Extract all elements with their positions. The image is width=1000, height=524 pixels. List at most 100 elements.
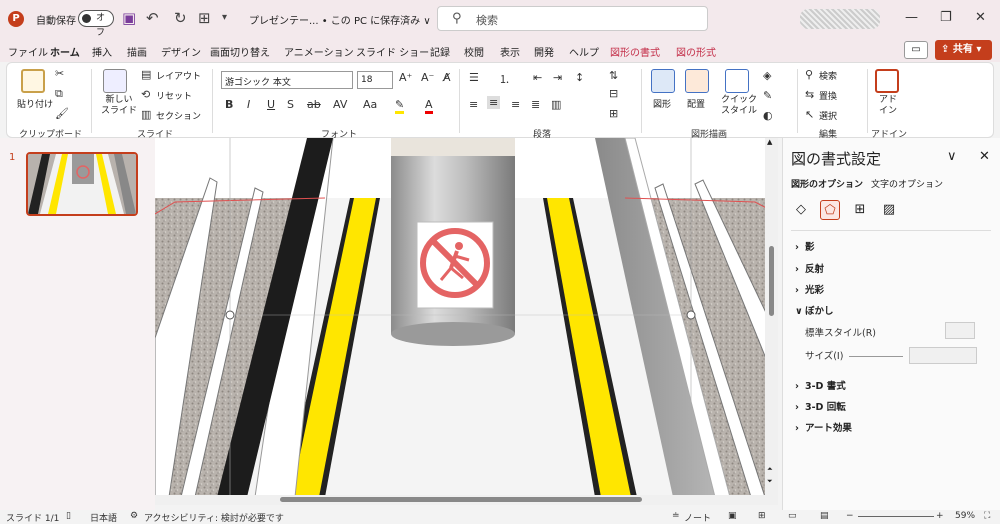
tab-transitions[interactable]: 画面切り替え <box>210 44 270 59</box>
prev-slide-icon[interactable]: ⏶ <box>767 465 773 474</box>
search-input[interactable]: ⚲ 検索 <box>437 6 708 31</box>
strikethrough-icon[interactable]: ab <box>307 98 321 111</box>
scroll-up-icon[interactable]: ▲ <box>767 138 772 146</box>
justify-icon[interactable]: ≣ <box>531 98 540 111</box>
format-painter-icon[interactable]: 🖌 <box>55 107 69 120</box>
vertical-scroll-thumb[interactable] <box>769 246 774 316</box>
quick-styles-icon[interactable] <box>725 69 749 93</box>
bullets-icon[interactable]: ☰ <box>469 71 479 84</box>
redo-icon[interactable]: ↻ <box>174 9 187 27</box>
font-size-select[interactable]: 18 <box>357 71 393 89</box>
tab-slideshow[interactable]: スライド ショー <box>356 44 429 59</box>
next-slide-icon[interactable]: ⏷ <box>767 477 773 486</box>
tab-help[interactable]: ヘルプ <box>569 44 599 59</box>
line-spacing-icon[interactable]: ↕ <box>575 71 584 84</box>
paste-icon[interactable] <box>21 69 45 93</box>
section-3d-rotation[interactable]: › 3-D 回転 <box>795 399 846 413</box>
zoom-slider[interactable] <box>858 516 934 517</box>
shape-outline-icon[interactable]: ✎ <box>763 89 772 102</box>
section-reflection[interactable]: › 反射 <box>795 261 824 275</box>
font-color-icon[interactable]: A <box>425 98 433 114</box>
tab-shape-options[interactable]: 図形のオプション <box>791 177 863 190</box>
blur-size-slider[interactable] <box>849 356 903 357</box>
section-button[interactable]: セクション <box>156 109 201 122</box>
tab-view[interactable]: 表示 <box>500 44 520 59</box>
vertical-scrollbar[interactable]: ▲ ⏶ ⏷ <box>765 138 778 497</box>
tab-insert[interactable]: 挿入 <box>92 44 112 59</box>
user-avatar[interactable] <box>800 9 880 29</box>
horizontal-scrollbar[interactable] <box>155 495 778 505</box>
columns-icon[interactable]: ▥ <box>551 98 561 111</box>
comments-button[interactable]: ▭ <box>904 41 928 59</box>
align-center-icon[interactable]: ≡ <box>487 96 501 109</box>
find-button[interactable]: 検索 <box>819 69 837 82</box>
arrange-button[interactable]: 配置 <box>687 97 705 110</box>
tab-picture-format[interactable]: 図の形式 <box>676 44 716 59</box>
accessibility-status[interactable]: アクセシビリティ: 検討が必要です <box>144 511 284 524</box>
zoom-in-icon[interactable]: + <box>936 511 944 521</box>
text-direction-icon[interactable]: ⇅ <box>609 69 618 82</box>
quick-styles-button[interactable]: クイック スタイル <box>721 95 757 117</box>
customize-qat-icon[interactable]: ▾ <box>222 12 227 23</box>
fill-line-icon[interactable]: ◇ <box>791 200 811 220</box>
slide-thumbnail[interactable] <box>26 152 138 216</box>
undo-icon[interactable]: ↶ <box>146 9 159 27</box>
tab-developer[interactable]: 開発 <box>534 44 554 59</box>
shapes-icon[interactable] <box>651 69 675 93</box>
tab-home[interactable]: ホーム <box>50 44 80 65</box>
restore-icon[interactable]: ❐ <box>940 10 952 25</box>
tab-file[interactable]: ファイル <box>8 44 48 59</box>
italic-icon[interactable]: I <box>247 98 250 111</box>
language-status[interactable]: 日本語 <box>90 511 117 524</box>
decrease-indent-icon[interactable]: ⇤ <box>533 71 542 84</box>
shrink-font-icon[interactable]: A⁻ <box>421 71 434 84</box>
minimize-icon[interactable]: — <box>905 10 918 25</box>
tab-design[interactable]: デザイン <box>161 44 201 59</box>
autosave-toggle[interactable]: オフ <box>78 10 114 38</box>
size-properties-icon[interactable]: ⊞ <box>850 200 870 220</box>
smartart-icon[interactable]: ⊞ <box>609 107 618 120</box>
normal-view-icon[interactable]: ▣ <box>728 511 737 521</box>
tab-draw[interactable]: 描画 <box>127 44 147 59</box>
clear-format-icon[interactable]: A̸ <box>443 71 451 84</box>
section-glow[interactable]: › 光彩 <box>795 282 824 296</box>
layout-button[interactable]: レイアウト <box>156 69 201 82</box>
new-slide-icon[interactable] <box>103 69 127 93</box>
section-soft-edges[interactable]: ∨ ぼかし <box>795 303 834 317</box>
notes-button[interactable]: ノート <box>684 511 711 524</box>
slide-picture[interactable] <box>155 138 778 497</box>
tab-animations[interactable]: アニメーション <box>284 44 354 59</box>
section-artistic-effects[interactable]: › アート効果 <box>795 420 852 434</box>
slide-canvas[interactable] <box>155 138 778 497</box>
copy-icon[interactable]: ⧉ <box>55 87 63 101</box>
grow-font-icon[interactable]: A⁺ <box>399 71 412 84</box>
paste-button[interactable]: 貼り付け <box>17 97 53 110</box>
align-left-icon[interactable]: ≡ <box>469 98 478 111</box>
close-icon[interactable]: ✕ <box>975 10 986 25</box>
zoom-out-icon[interactable]: − <box>846 511 854 521</box>
share-button[interactable]: ⇪ 共有 ▾ <box>935 40 992 60</box>
addins-icon[interactable] <box>875 69 899 93</box>
replace-button[interactable]: 置換 <box>819 89 837 102</box>
shape-fill-icon[interactable]: ◈ <box>763 69 771 82</box>
align-text-icon[interactable]: ⊟ <box>609 87 618 100</box>
section-3d-format[interactable]: › 3-D 書式 <box>795 378 846 392</box>
fit-slide-icon[interactable]: ⛶ <box>984 511 990 521</box>
tab-shape-format[interactable]: 図形の書式 <box>610 44 660 59</box>
numbering-icon[interactable]: ⒈ <box>499 71 510 87</box>
tab-text-options[interactable]: 文字のオプション <box>871 177 943 190</box>
shape-effects-icon[interactable]: ◐ <box>763 109 773 122</box>
save-icon[interactable]: ▣ <box>122 9 136 27</box>
spellcheck-icon[interactable]: ▯ <box>66 511 71 521</box>
reset-button[interactable]: リセット <box>156 89 192 102</box>
font-name-select[interactable]: 游ゴシック 本文 <box>221 71 353 89</box>
document-title[interactable]: プレゼンテー... • この PC に保存済み ∨ <box>249 12 431 27</box>
zoom-level[interactable]: 59% <box>955 511 975 521</box>
tab-record[interactable]: 記録 <box>430 44 450 59</box>
change-case-icon[interactable]: Aa <box>363 98 377 111</box>
slideshow-icon[interactable]: ▤ <box>820 511 829 521</box>
new-slide-button[interactable]: 新しい スライド <box>101 95 137 117</box>
picture-icon[interactable]: ▨ <box>879 200 899 220</box>
shadow-text-icon[interactable]: S <box>287 98 294 111</box>
blur-preset-select[interactable] <box>945 322 975 339</box>
